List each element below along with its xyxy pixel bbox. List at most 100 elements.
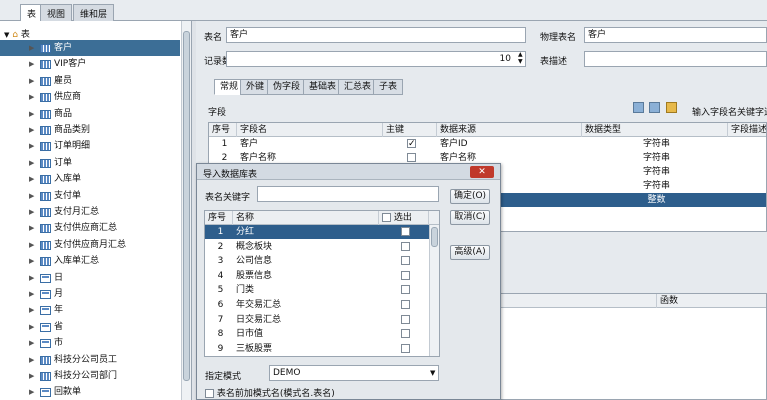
spinner-arrows-icon[interactable]: ▲ ▼ <box>518 51 523 65</box>
cell-select[interactable] <box>379 298 429 312</box>
scroll-thumb[interactable] <box>183 31 190 381</box>
list-item[interactable]: 8 日市值 <box>205 327 430 341</box>
list-item[interactable]: 2 概念板块 <box>205 240 430 254</box>
expand-arrow-icon[interactable]: ▶ <box>29 237 34 253</box>
tree-item[interactable]: ▶ 入库单 <box>0 171 180 187</box>
tree-item[interactable]: ▶ VIP客户 <box>0 56 180 72</box>
cell-type[interactable]: 字符串 <box>582 137 728 151</box>
tree-item[interactable]: ▶ 支付月汇总 <box>0 204 180 220</box>
schema-select[interactable]: DEMO <box>269 365 439 381</box>
cell-select[interactable] <box>379 225 429 239</box>
expand-arrow-icon[interactable]: ▶ <box>29 286 34 302</box>
select-checkbox[interactable] <box>401 270 410 280</box>
keyword-input[interactable] <box>257 186 439 202</box>
cell-select[interactable] <box>379 283 429 297</box>
col-header[interactable]: 数据来源 <box>437 123 582 137</box>
tab-view[interactable]: 视图 <box>40 4 73 21</box>
select-checkbox[interactable] <box>401 314 410 324</box>
subtab-base-table[interactable]: 基础表 <box>303 79 343 95</box>
cell-select[interactable] <box>379 240 429 254</box>
dropdown-arrow-icon[interactable]: ▼ <box>430 369 435 377</box>
expand-arrow-icon[interactable]: ▶ <box>29 56 34 72</box>
tree-item[interactable]: ▶ 科技分公司部门 <box>0 368 180 384</box>
select-checkbox[interactable] <box>401 241 410 251</box>
list-item[interactable]: 1 分红 <box>205 225 430 239</box>
tree-item[interactable]: ▶ 入库单汇总 <box>0 253 180 269</box>
tree-item[interactable]: ▶ 支付单 <box>0 188 180 204</box>
pk-checkbox[interactable] <box>407 137 416 151</box>
expand-arrow-icon[interactable]: ▶ <box>29 204 34 220</box>
tree-item[interactable]: ▶ 回款单 <box>0 384 180 400</box>
col-header[interactable]: 数据类型 <box>582 123 728 137</box>
col-header[interactable]: 字段描述 <box>728 123 766 137</box>
tree-item[interactable]: ▶ 商品 <box>0 106 180 122</box>
list-item[interactable]: 3 公司信息 <box>205 254 430 268</box>
expand-arrow-icon[interactable]: ▶ <box>29 155 34 171</box>
expand-arrow-icon[interactable]: ▶ <box>29 171 34 187</box>
col-header[interactable]: 名称 <box>233 211 379 225</box>
dialog-list-scrollbar[interactable] <box>429 225 439 356</box>
tree-item[interactable]: ▶ 支付供应商月汇总 <box>0 237 180 253</box>
table-name-input[interactable]: 客户 <box>226 27 526 43</box>
tree-item[interactable]: ▶ 订单 <box>0 155 180 171</box>
select-checkbox[interactable] <box>401 343 410 353</box>
import-icon[interactable] <box>633 102 644 113</box>
expand-arrow-icon[interactable]: ▶ <box>29 73 34 89</box>
table-desc-input[interactable] <box>584 51 767 67</box>
select-checkbox[interactable] <box>401 300 410 309</box>
table-row[interactable]: 1 客户 客户ID字符串 <box>209 137 766 151</box>
prefix-option[interactable]: 表名前加模式名(模式名.表名) <box>205 386 335 399</box>
prefix-checkbox[interactable] <box>205 389 214 398</box>
tree-item[interactable]: ▶ 市 <box>0 335 180 351</box>
cell-select[interactable] <box>379 342 429 356</box>
select-all-checkbox[interactable] <box>382 213 391 222</box>
close-icon[interactable]: ✕ <box>470 166 494 178</box>
col-header[interactable]: 序号 <box>205 211 233 225</box>
expand-arrow-icon[interactable]: ▶ <box>29 40 34 56</box>
expand-arrow-icon[interactable]: ▶ <box>29 319 34 335</box>
select-checkbox[interactable] <box>401 329 410 339</box>
cell-type[interactable]: 字符串 <box>582 151 728 165</box>
tree-item[interactable]: ▶ 客户 <box>0 40 180 56</box>
list-item[interactable]: 7 日交易汇总 <box>205 313 430 327</box>
col-header[interactable]: 序号 <box>209 123 237 137</box>
cell-select[interactable] <box>379 254 429 268</box>
expand-arrow-icon[interactable]: ▶ <box>29 368 34 384</box>
expand-arrow-icon[interactable]: ▶ <box>29 253 34 269</box>
tab-dimension[interactable]: 维和层 <box>73 4 115 21</box>
cell-select[interactable] <box>379 269 429 283</box>
record-count-spinner[interactable]: 10 <box>226 51 526 67</box>
field-search-hint[interactable]: 输入字段名关键字进行 <box>692 105 767 118</box>
cell-pk[interactable] <box>383 137 437 151</box>
tree-item[interactable]: ▶ 月 <box>0 286 180 302</box>
list-item[interactable]: 9 三板股票 <box>205 342 430 356</box>
subtab-pseudo-field[interactable]: 伪字段 <box>267 79 307 95</box>
pk-checkbox[interactable] <box>407 153 416 162</box>
list-item[interactable]: 6 年交易汇总 <box>205 298 430 312</box>
cell-select[interactable] <box>379 327 429 341</box>
subtab-child-table[interactable]: 子表 <box>373 79 404 95</box>
tree-item[interactable]: ▶ 商品类别 <box>0 122 180 138</box>
expand-arrow-icon[interactable]: ▶ <box>29 384 34 400</box>
cell-type[interactable]: 字符串 <box>582 165 728 179</box>
cell-select[interactable] <box>379 313 429 327</box>
expand-arrow-icon[interactable]: ▶ <box>29 302 34 318</box>
expand-arrow-icon[interactable]: ▶ <box>29 270 34 286</box>
col-header[interactable]: 字段名 <box>237 123 383 137</box>
cell-type[interactable]: 字符串 <box>582 179 728 193</box>
expand-arrow-icon[interactable]: ▶ <box>29 106 34 122</box>
ok-button[interactable]: 确定(O) <box>450 189 490 204</box>
tree-scrollbar[interactable] <box>181 21 191 400</box>
col-header[interactable]: 主键 <box>383 123 437 137</box>
advanced-button[interactable]: 高级(A) <box>450 245 490 260</box>
cell-source[interactable]: 客户ID <box>437 137 582 151</box>
select-checkbox[interactable] <box>401 227 410 236</box>
expand-arrow-icon[interactable]: ▼ <box>4 31 9 39</box>
list-item[interactable]: 5 门类 <box>205 283 430 297</box>
expand-arrow-icon[interactable]: ▶ <box>29 89 34 105</box>
tree-item[interactable]: ▶ 供应商 <box>0 89 180 105</box>
expand-arrow-icon[interactable]: ▶ <box>29 220 34 236</box>
tree-item[interactable]: ▶ 订单明细 <box>0 138 180 154</box>
expand-arrow-icon[interactable]: ▶ <box>29 335 34 351</box>
tree-item[interactable]: ▶ 省 <box>0 319 180 335</box>
